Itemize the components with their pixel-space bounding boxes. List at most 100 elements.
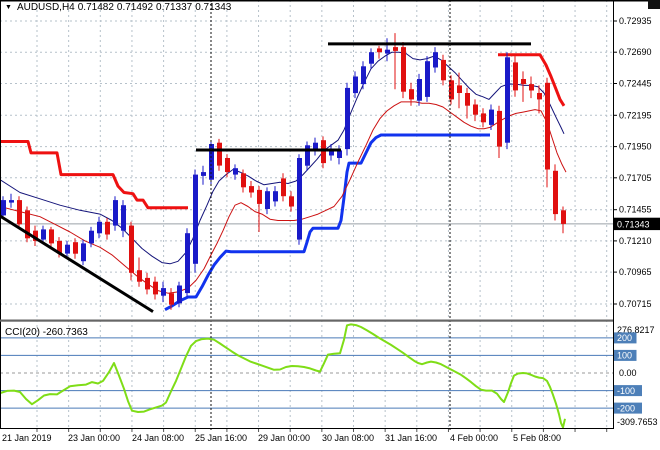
candle-body — [513, 62, 518, 91]
candle-body — [521, 79, 526, 85]
chart-canvas[interactable]: 0.72935 0.72690 0.72445 0.72195 0.71950 0.717… — [0, 0, 660, 450]
candle-body — [529, 84, 534, 91]
candle-body — [537, 93, 542, 100]
candle-body — [377, 48, 382, 53]
candle-body — [81, 243, 86, 262]
price-axis-label: 0.70965 — [619, 267, 652, 277]
indicator-label: CCI(20) -260.7363 — [5, 327, 88, 338]
candle-body — [129, 225, 134, 273]
candle-body — [409, 89, 414, 100]
candle-body — [233, 168, 238, 175]
candle-body — [385, 49, 390, 54]
candle-body — [89, 230, 94, 244]
candle-body — [121, 205, 126, 231]
candle-body — [489, 109, 494, 125]
candle-body — [241, 173, 246, 188]
candle-body — [441, 59, 446, 81]
mt4-chart-window[interactable]: 0.72935 0.72690 0.72445 0.72195 0.71950 0.717… — [0, 0, 660, 450]
time-axis-label: 24 Jan 08:00 — [132, 433, 184, 443]
candle-body — [393, 47, 398, 51]
candle-body — [145, 277, 150, 290]
candle-body — [425, 61, 430, 97]
price-axis-label: 0.71210 — [619, 236, 652, 246]
candle-body — [337, 150, 342, 158]
chart-title: ▼ AUDUSD,H4 0.71482 0.71492 0.71337 0.71343 — [5, 2, 234, 13]
candle-body — [113, 200, 118, 226]
time-axis-label: 5 Feb 08:00 — [513, 433, 561, 443]
candle-body — [41, 229, 46, 240]
price-axis-label: 0.71950 — [619, 142, 652, 152]
time-axis-label: 23 Jan 00:00 — [68, 433, 120, 443]
candle-body — [225, 158, 230, 172]
candle-body — [185, 233, 190, 294]
time-axis-label: 21 Jan 2019 — [2, 433, 52, 443]
candle-body — [49, 229, 54, 244]
current-price-badge-label: 0.71343 — [617, 219, 650, 229]
candle-body — [17, 200, 22, 225]
candle-body — [265, 191, 270, 209]
candle-body — [481, 113, 486, 123]
candle-body — [273, 191, 278, 202]
candle-body — [97, 221, 102, 234]
time-axis-label: 4 Feb 00:00 — [450, 433, 498, 443]
candle-body — [281, 178, 286, 197]
candle-body — [153, 281, 158, 295]
candle-body — [297, 158, 302, 240]
candle-body — [73, 242, 78, 254]
candle-body — [497, 110, 502, 147]
price-axis-label: 0.71455 — [619, 205, 652, 215]
symbol-dropdown-icon[interactable]: ▼ — [5, 4, 12, 11]
cci-level-badge-label: 100 — [617, 351, 632, 361]
candle-body — [473, 104, 478, 115]
candle-body — [105, 221, 110, 235]
candle-body — [9, 200, 14, 203]
candle-body — [465, 93, 470, 106]
candle-body — [345, 87, 350, 150]
candle-body — [561, 210, 566, 224]
candle-body — [401, 47, 406, 92]
time-axis-label: 30 Jan 08:00 — [322, 433, 374, 443]
candle-body — [433, 52, 438, 68]
time-axis-label: 25 Jan 16:00 — [195, 433, 247, 443]
candle-body — [177, 285, 182, 304]
cci-level-badge-label: -200 — [617, 403, 635, 413]
candle-body — [169, 293, 174, 305]
price-axis-label: 0.72690 — [619, 47, 652, 57]
pane-separator[interactable] — [0, 319, 613, 322]
time-axis-label: 31 Jan 16:00 — [385, 433, 437, 443]
price-axis-label: 0.71705 — [619, 173, 652, 183]
candle-body — [361, 66, 366, 85]
candle-body — [161, 288, 166, 296]
price-axis-label: 0.72195 — [619, 110, 652, 120]
time-axis-label: 29 Jan 00:00 — [258, 433, 310, 443]
candle-body — [457, 85, 462, 93]
candle-body — [321, 140, 326, 164]
ohlc-low: 0.71337 — [156, 2, 193, 13]
candle-body — [137, 270, 142, 282]
candle-body — [353, 76, 358, 94]
cci-min-label: -309.7653 — [617, 417, 658, 427]
price-axis-label: 0.72935 — [619, 16, 652, 26]
candle-body — [201, 172, 206, 176]
ohlc-open: 0.71482 — [77, 2, 114, 13]
price-axis-label: 0.72445 — [619, 79, 652, 89]
symbol-period-label: AUDUSD,H4 — [16, 2, 75, 13]
candle-body — [1, 200, 6, 216]
candle-body — [289, 196, 294, 207]
ohlc-high: 0.71492 — [116, 2, 154, 13]
candle-body — [545, 82, 550, 170]
candle-body — [249, 186, 254, 193]
ohlc-close: 0.71343 — [195, 2, 232, 13]
candle-body — [505, 57, 510, 143]
candle-body — [65, 244, 70, 254]
candle-body — [553, 170, 558, 215]
chart-corner-box — [648, 0, 660, 9]
candle-body — [369, 52, 374, 64]
price-axis-label: 0.70715 — [619, 299, 652, 309]
cci-zero-label: 0.00 — [619, 368, 637, 378]
plot-area[interactable] — [0, 0, 613, 428]
candle-body — [417, 79, 422, 101]
cci-level-badge-label: -100 — [617, 386, 635, 396]
candle-body — [217, 142, 222, 166]
candle-body — [257, 189, 262, 204]
